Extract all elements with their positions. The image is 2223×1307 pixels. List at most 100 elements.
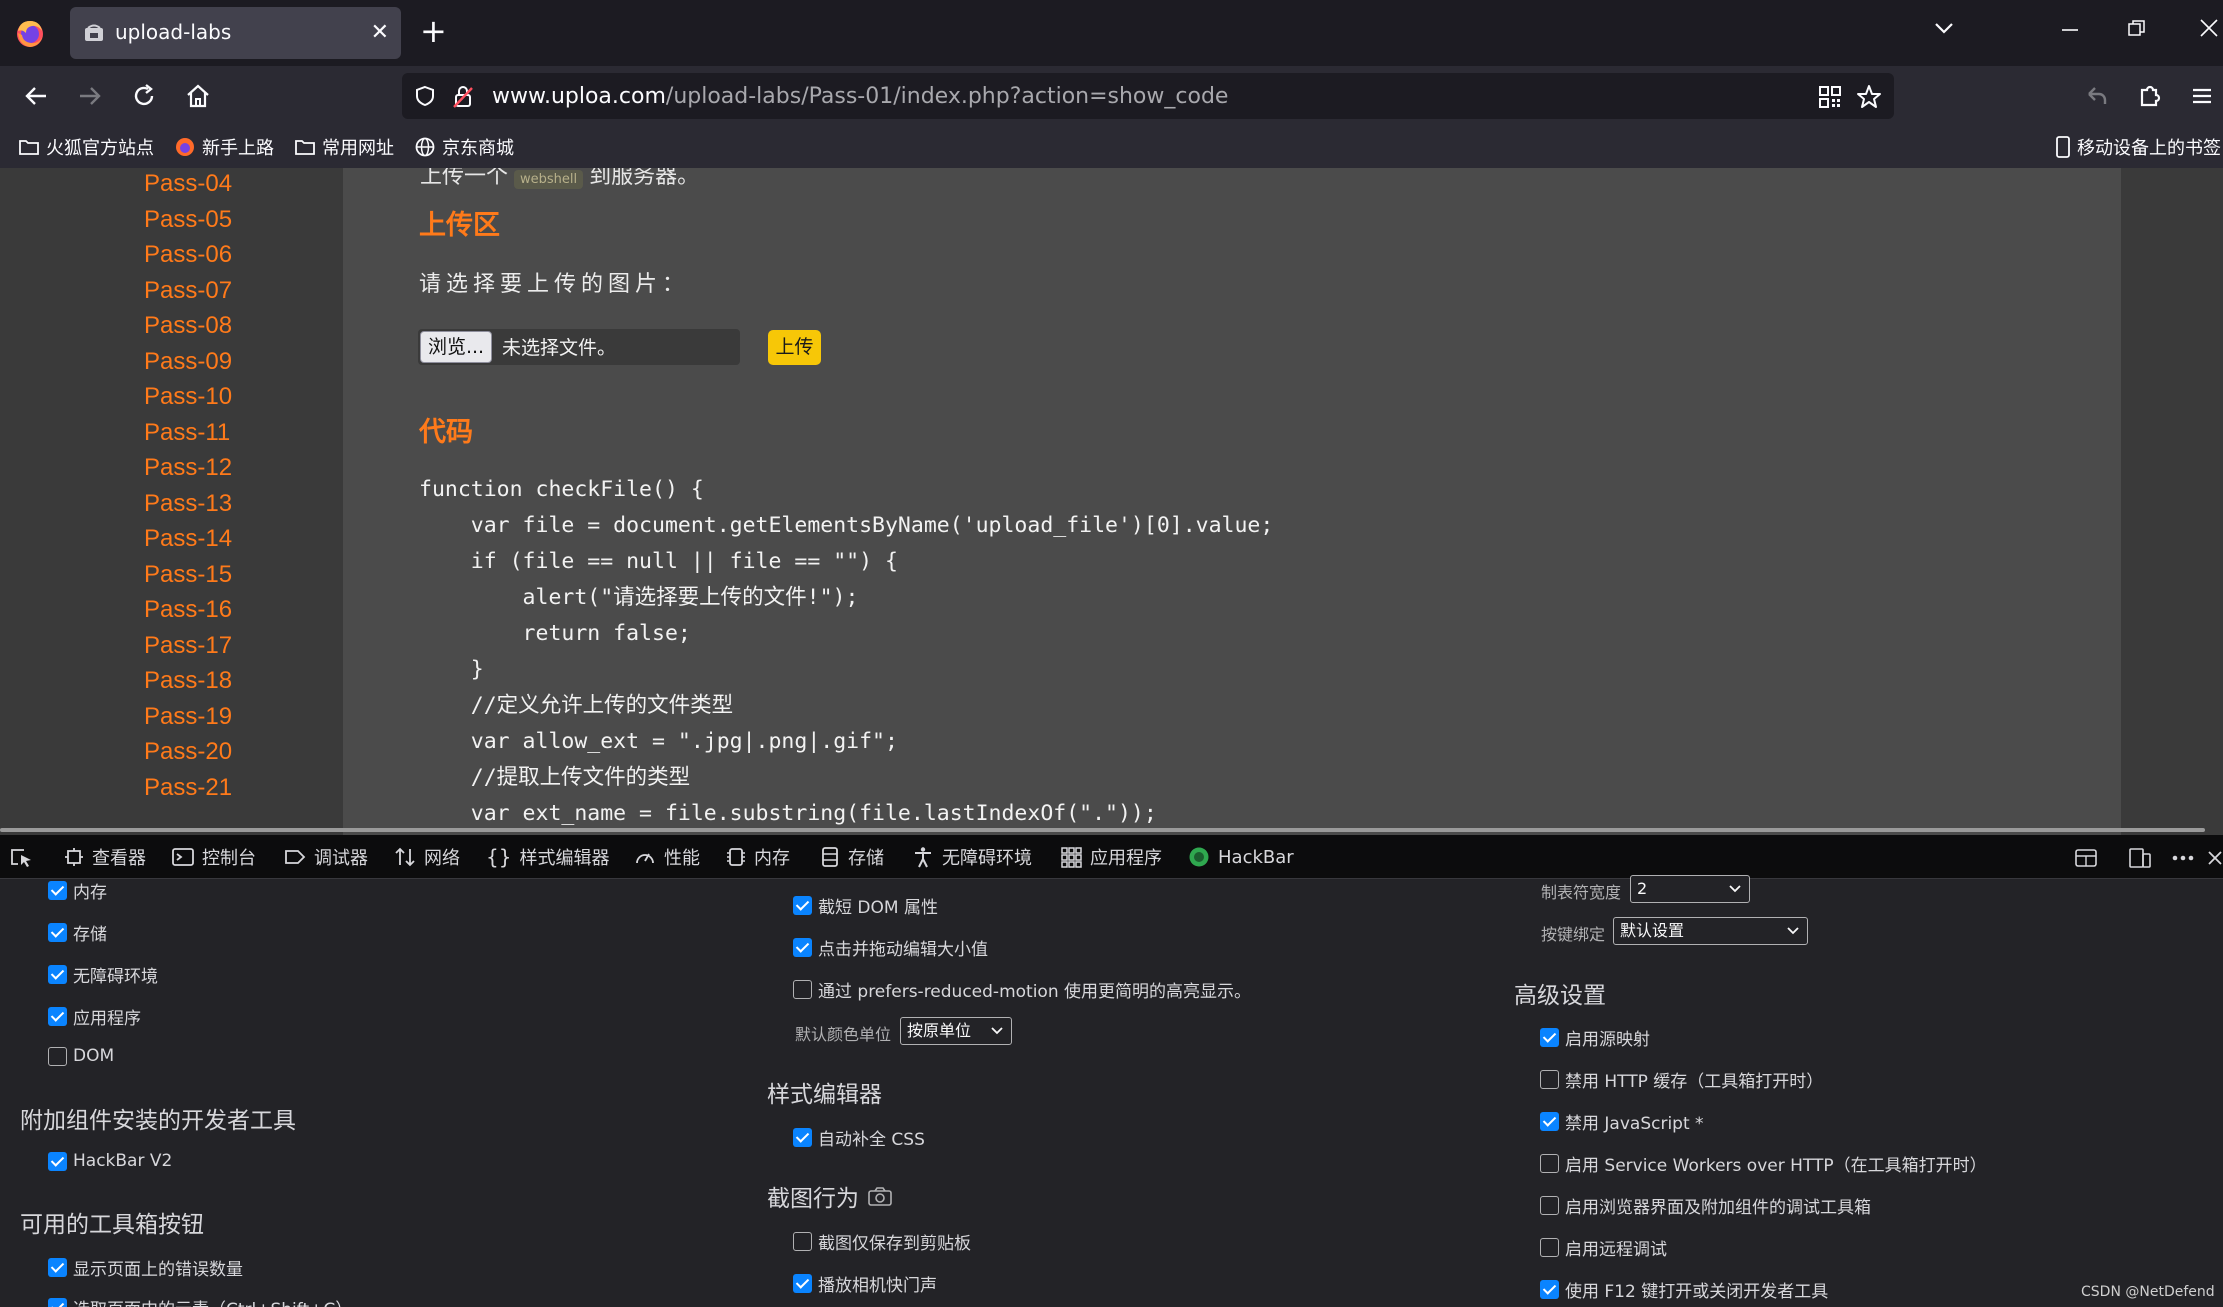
tab-style-editor[interactable]: {} 样式编辑器 [486,835,609,879]
bookmark-item[interactable]: 常用网址 [294,134,394,160]
tab-debugger[interactable]: 调试器 [284,835,368,879]
sidebar-item-pass[interactable]: Pass-13 [144,486,232,522]
option-application[interactable]: 应用程序 [48,1004,141,1029]
sidebar-item-pass[interactable]: Pass-12 [144,450,232,486]
undo-icon[interactable] [2081,80,2113,112]
upload-button[interactable]: 上传 [768,330,821,365]
tab-network[interactable]: 网络 [394,835,460,879]
file-input[interactable]: 浏览... 未选择文件。 [418,329,740,365]
dock-side-icon[interactable] [2074,847,2098,869]
sidebar-item-pass[interactable]: Pass-20 [144,734,232,770]
sidebar-item-pass[interactable]: Pass-18 [144,663,232,699]
checkbox[interactable] [48,965,67,984]
tab-width-select[interactable]: 2 [1630,875,1750,903]
checkbox[interactable] [48,1151,67,1171]
checkbox[interactable] [1540,1238,1559,1257]
lock-icon[interactable] [452,85,474,109]
keybinding-select[interactable]: 默认设置 [1613,917,1808,945]
forward-icon[interactable] [74,80,106,112]
checkbox[interactable] [1540,1112,1559,1131]
tab-accessibility[interactable]: 无障碍环境 [912,835,1032,879]
reload-icon[interactable] [128,80,160,112]
option-storage[interactable]: 存储 [48,920,107,945]
checkbox[interactable] [793,1232,812,1251]
option-accessibility[interactable]: 无障碍环境 [48,962,158,987]
sidebar-item-pass[interactable]: Pass-19 [144,699,232,735]
tab-hackbar[interactable]: HackBar [1188,835,1294,879]
option-disable-javascript[interactable]: 禁用 JavaScript * [1540,1109,1704,1134]
shield-icon[interactable] [414,85,436,107]
option-drag-edit[interactable]: 点击并拖动编辑大小值 [793,935,988,960]
color-unit-select[interactable]: 按原单位 [900,1017,1012,1045]
option-hackbar[interactable]: HackBar V2 [48,1151,172,1171]
browse-button[interactable]: 浏览... [420,331,492,363]
firefox-logo-icon[interactable] [14,17,46,49]
sidebar-item-pass[interactable]: Pass-08 [144,308,232,344]
sidebar-item-pass[interactable]: Pass-17 [144,628,232,664]
checkbox[interactable] [793,980,812,999]
checkbox[interactable] [48,1298,67,1307]
option-dom[interactable]: DOM [48,1046,114,1066]
window-close-icon[interactable] [2195,14,2223,42]
checkbox[interactable] [48,881,67,900]
option-chrome-debugging[interactable]: 启用浏览器界面及附加组件的调试工具箱 [1540,1193,1871,1218]
checkbox[interactable] [793,1128,812,1147]
sidebar-item-pass[interactable]: Pass-11 [144,415,232,451]
tab-application[interactable]: 应用程序 [1060,835,1162,879]
tab-inspector[interactable]: 查看器 [64,835,146,879]
tab-memory[interactable]: 内存 [726,835,790,879]
sidebar-item-pass[interactable]: Pass-21 [144,770,232,806]
page-scrollbar[interactable] [0,828,2205,832]
bookmark-item[interactable]: 火狐官方站点 [18,134,154,160]
option-shutter-sound[interactable]: 播放相机快门声 [793,1271,937,1296]
back-icon[interactable] [20,80,52,112]
option-error-count[interactable]: 显示页面上的错误数量 [48,1255,243,1280]
checkbox[interactable] [793,1274,812,1293]
sidebar-item-pass[interactable]: Pass-05 [144,202,232,238]
address-bar[interactable]: www.uploa.com/upload-labs/Pass-01/index.… [402,73,1894,119]
new-tab-button[interactable]: + [420,13,447,49]
checkbox[interactable] [1540,1028,1559,1047]
option-memory[interactable]: 内存 [48,878,107,903]
checkbox[interactable] [48,1258,67,1277]
tab-storage[interactable]: 存储 [820,835,884,879]
option-autocomplete-css[interactable]: 自动补全 CSS [793,1125,925,1150]
sidebar-item-pass[interactable]: Pass-15 [144,557,232,593]
checkbox[interactable] [1540,1196,1559,1215]
sidebar-item-pass[interactable]: Pass-14 [144,521,232,557]
checkbox[interactable] [1540,1154,1559,1173]
option-service-workers[interactable]: 启用 Service Workers over HTTP（在工具箱打开时） [1540,1151,1987,1176]
checkbox[interactable] [793,938,812,957]
checkbox[interactable] [48,1046,67,1066]
option-source-maps[interactable]: 启用源映射 [1540,1025,1650,1050]
bookmark-item[interactable]: 京东商城 [414,134,514,160]
tab-upload-labs[interactable]: upload-labs ✕ [70,7,401,59]
home-icon[interactable] [182,80,214,112]
star-icon[interactable] [1856,84,1882,110]
checkbox[interactable] [48,1007,67,1026]
minimize-icon[interactable] [2058,14,2082,42]
qr-code-icon[interactable] [1818,85,1842,109]
sidebar-item-pass[interactable]: Pass-16 [144,592,232,628]
sidebar-item-pass[interactable]: Pass-09 [144,344,232,380]
extensions-icon[interactable] [2134,80,2166,112]
option-remote-debugging[interactable]: 启用远程调试 [1540,1235,1667,1260]
sidebar-item-pass[interactable]: Pass-04 [144,168,232,202]
menu-icon[interactable] [2186,80,2218,112]
list-all-tabs-icon[interactable] [1930,14,1958,42]
restore-icon[interactable] [2126,18,2148,40]
checkbox[interactable] [1540,1070,1559,1089]
option-screenshot-clipboard[interactable]: 截图仅保存到剪贴板 [793,1229,971,1254]
tab-console[interactable]: 控制台 [172,835,256,879]
bookmark-item[interactable]: 新手上路 [174,134,274,160]
tab-performance[interactable]: 性能 [634,835,700,879]
option-truncate-dom[interactable]: 截短 DOM 属性 [793,893,938,918]
pick-element-icon[interactable] [10,847,34,869]
checkbox[interactable] [48,923,67,942]
checkbox[interactable] [1540,1280,1559,1299]
responsive-design-icon[interactable] [2128,847,2152,869]
option-f12-toggle[interactable]: 使用 F12 键打开或关闭开发者工具 [1540,1277,1828,1302]
more-options-icon[interactable] [2170,847,2196,869]
tab-close-icon[interactable]: ✕ [371,20,389,46]
option-pick-element[interactable]: 选取页面中的元素（Ctrl+Shift+C） [48,1295,352,1307]
